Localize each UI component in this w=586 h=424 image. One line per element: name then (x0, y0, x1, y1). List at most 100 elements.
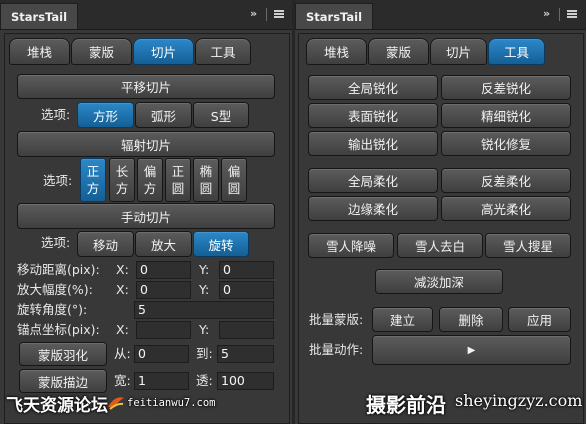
scale-y-label: Y: (199, 282, 210, 297)
snowman-star-search-button[interactable]: 雪人搜星 (485, 233, 571, 258)
global-soften-button[interactable]: 全局柔化 (308, 168, 438, 193)
collapse-icon[interactable]: » (543, 7, 550, 20)
edge-soften-button[interactable]: 边缘柔化 (308, 196, 438, 221)
manual-option-scale[interactable]: 放大 (135, 231, 192, 257)
tab-tools[interactable]: 工具 (195, 38, 251, 65)
right-panel-titlebar: StarsTail » (295, 0, 586, 30)
snowman-dewhite-button[interactable]: 雪人去白 (397, 233, 483, 258)
sharpen-repair-button[interactable]: 锐化修复 (441, 131, 571, 156)
titlebar-divider (559, 8, 560, 21)
scale-x-field[interactable]: 0 (136, 281, 191, 299)
tab-tools[interactable]: 工具 (488, 38, 545, 65)
radial-option-char: 圆 (171, 181, 185, 196)
radial-option-ellipse[interactable]: 椭圆 (193, 158, 219, 202)
tab-slice[interactable]: 切片 (430, 38, 487, 65)
move-x-label: X: (116, 262, 129, 277)
contrast-soften-button[interactable]: 反差柔化 (441, 168, 571, 193)
tab-stack[interactable]: 堆栈 (306, 38, 367, 65)
radial-option-circle[interactable]: 正圆 (165, 158, 191, 202)
move-y-label: Y: (199, 262, 210, 277)
anchor-x-label: X: (116, 322, 129, 337)
manual-slice-button[interactable]: 手动切片 (17, 203, 275, 229)
surface-sharpen-button[interactable]: 表面锐化 (308, 103, 438, 128)
scale-y-field[interactable]: 0 (219, 281, 274, 299)
tab-stack[interactable]: 堆栈 (9, 38, 70, 65)
watermark-right-main: 摄影前沿 (366, 393, 446, 417)
mask-stroke-button[interactable]: 蒙版描边 (19, 369, 107, 393)
pan-options-label: 选项: (41, 107, 71, 122)
stroke-opacity-field[interactable]: 100 (217, 372, 274, 390)
radial-option-char: 长 (115, 164, 129, 179)
scale-x-label: X: (116, 282, 129, 297)
output-sharpen-button[interactable]: 输出锐化 (308, 131, 438, 156)
manual-option-rotate[interactable]: 旋转 (193, 231, 249, 257)
contrast-sharpen-button[interactable]: 反差锐化 (441, 75, 571, 100)
move-y-field[interactable]: 0 (219, 261, 274, 279)
feather-from-field[interactable]: 0 (134, 345, 189, 363)
stroke-width-field[interactable]: 1 (134, 372, 189, 390)
watermark-right-url: sheyingzyz.com (455, 391, 583, 410)
fine-sharpen-button[interactable]: 精细锐化 (441, 103, 571, 128)
radial-option-char: 方 (86, 181, 100, 196)
right-panel-title-tab[interactable]: StarsTail (295, 3, 374, 29)
scale-amount-label: 放大幅度(%): (17, 282, 93, 297)
pan-option-s-shape[interactable]: S型 (193, 102, 249, 128)
create-mask-button[interactable]: 建立 (372, 307, 433, 332)
stroke-opacity-label: 透: (196, 373, 213, 388)
radial-option-char: 圆 (199, 181, 213, 196)
play-action-button[interactable]: ▶ (372, 335, 571, 365)
manual-options-label: 选项: (41, 235, 71, 250)
feather-to-field[interactable]: 5 (217, 345, 274, 363)
radial-option-char: 椭 (199, 164, 213, 179)
radial-option-offset-square[interactable]: 偏方 (137, 158, 163, 202)
feather-from-label: 从: (114, 346, 131, 361)
mask-feather-button[interactable]: 蒙版羽化 (19, 342, 107, 366)
watermark-left-url: feitianwu7.com (127, 397, 216, 409)
stroke-width-label: 宽: (114, 373, 131, 388)
radial-option-char: 偏 (227, 164, 241, 179)
anchor-y-label: Y: (199, 322, 210, 337)
anchor-x-field[interactable] (136, 321, 191, 339)
manual-option-move[interactable]: 移动 (77, 231, 134, 257)
radial-option-char: 方 (115, 181, 129, 196)
move-distance-label: 移动距离(pix): (17, 262, 100, 277)
delete-mask-button[interactable]: 删除 (439, 307, 503, 332)
radial-option-rectangle[interactable]: 长方 (109, 158, 135, 202)
radial-option-char: 正 (86, 164, 100, 179)
global-sharpen-button[interactable]: 全局锐化 (308, 75, 438, 100)
panel-menu-icon[interactable] (567, 10, 577, 18)
rotate-angle-field[interactable]: 5 (134, 301, 274, 319)
watermark-left-main: 飞天资源论坛 (6, 396, 108, 416)
rotate-angle-label: 旋转角度(°): (17, 302, 88, 317)
left-panel-titlebar: StarsTail » (0, 0, 292, 30)
tab-slice[interactable]: 切片 (133, 38, 194, 65)
radial-slice-button[interactable]: 辐射切片 (17, 131, 275, 157)
tab-mask[interactable]: 蒙版 (71, 38, 132, 65)
radial-option-square[interactable]: 正方 (80, 158, 106, 202)
pan-slice-button[interactable]: 平移切片 (17, 74, 275, 99)
radial-option-char: 圆 (227, 181, 241, 196)
left-panel: StarsTail » 堆栈 蒙版 切片 工具 平移切片 选项: 方形 弧形 S… (0, 0, 292, 424)
feather-to-label: 到: (196, 346, 213, 361)
titlebar-divider (266, 8, 267, 21)
move-x-field[interactable]: 0 (136, 261, 191, 279)
radial-option-char: 正 (171, 164, 185, 179)
apply-mask-button[interactable]: 应用 (508, 307, 571, 332)
highlight-soften-button[interactable]: 高光柔化 (441, 196, 571, 221)
tab-mask[interactable]: 蒙版 (368, 38, 429, 65)
radial-option-char: 方 (143, 181, 157, 196)
pan-option-square[interactable]: 方形 (77, 102, 134, 128)
radial-option-offset-circle[interactable]: 偏圆 (221, 158, 247, 202)
anchor-y-field[interactable] (219, 321, 274, 339)
right-panel: StarsTail » 堆栈 蒙版 切片 工具 全局锐化 反差锐化 表面锐化 精… (295, 0, 586, 424)
panel-menu-icon[interactable] (274, 10, 284, 18)
batch-mask-label: 批量蒙版: (309, 312, 364, 327)
left-panel-title-tab[interactable]: StarsTail (0, 3, 79, 29)
watermark-logo-icon (108, 397, 124, 410)
collapse-icon[interactable]: » (250, 7, 257, 20)
play-icon: ▶ (467, 344, 476, 356)
pan-option-arc[interactable]: 弧形 (135, 102, 192, 128)
dodge-burn-button[interactable]: 减淡加深 (375, 269, 503, 294)
snowman-denoise-button[interactable]: 雪人降噪 (308, 233, 394, 258)
radial-options-label: 选项: (43, 173, 73, 188)
